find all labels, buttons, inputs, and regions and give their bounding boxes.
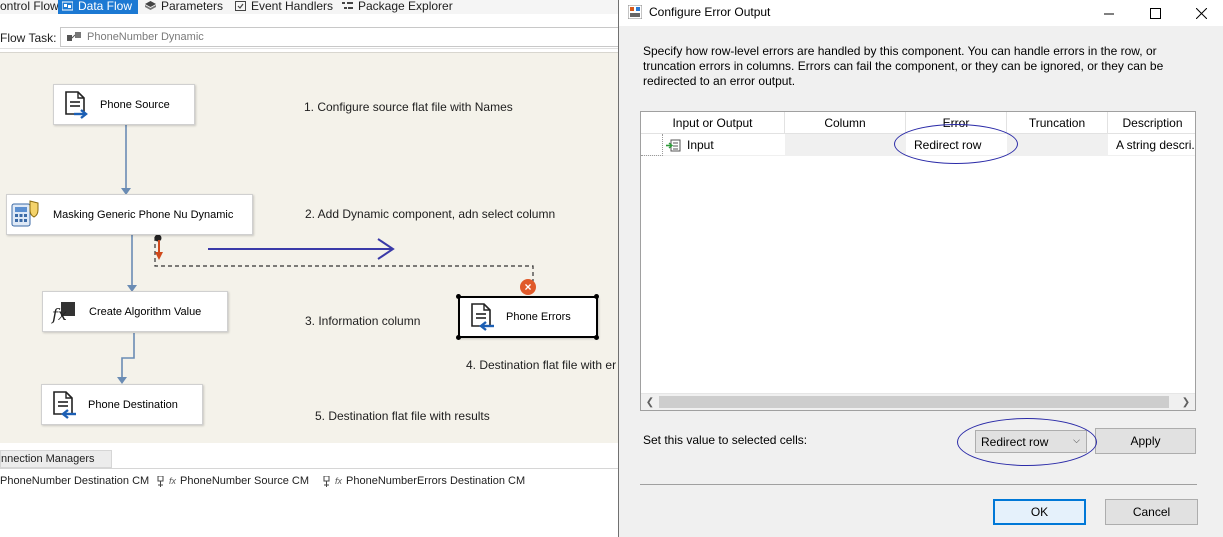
input-icon [666, 139, 681, 151]
path-arrowhead [117, 377, 127, 384]
data-flow-task-label: Flow Task: [0, 31, 57, 45]
expression-fx-icon: fx [169, 476, 177, 486]
node-create-algorithm-value[interactable]: fx Create Algorithm Value [42, 291, 228, 332]
cancel-button[interactable]: Cancel [1105, 499, 1198, 525]
tab-event-handlers[interactable]: Event Handlers [235, 0, 333, 14]
set-value-label: Set this value to selected cells: [643, 433, 808, 447]
tab-control-flow[interactable]: ontrol Flow [0, 0, 59, 14]
connection-plug-icon [157, 475, 164, 487]
table-row[interactable]: Input Redirect row A string descri... [641, 134, 1195, 156]
package-explorer-icon [342, 1, 353, 9]
flat-file-destination-icon [53, 390, 76, 419]
connection-managers-panel: nnection Managers PhoneNumber Destinatio… [0, 443, 620, 537]
row-selector[interactable] [641, 134, 663, 156]
cell-error[interactable]: Redirect row [906, 134, 1007, 156]
dialog-app-icon [628, 5, 642, 19]
ok-button[interactable]: OK [993, 499, 1086, 525]
minimize-button[interactable] [1086, 0, 1132, 26]
column-header-error[interactable]: Error [906, 112, 1007, 134]
scroll-right-icon[interactable]: ❯ [1178, 395, 1194, 410]
connection-managers-tab[interactable]: nnection Managers [0, 450, 112, 468]
chevron-down-icon: ⌵ [1073, 435, 1080, 445]
connection-managers-divider [0, 468, 620, 469]
error-path-dashed [154, 237, 534, 286]
data-flow-icon [62, 1, 73, 10]
close-icon [1195, 7, 1207, 19]
flat-file-destination-icon [471, 303, 494, 331]
node-phone-source[interactable]: Phone Source [53, 84, 195, 125]
data-flow-canvas[interactable]: Phone Source Masking Generic Phone Nu Dy… [0, 52, 620, 443]
node-masking-dynamic[interactable]: Masking Generic Phone Nu Dynamic [6, 194, 253, 235]
minimize-icon [1103, 13, 1114, 14]
tab-package-explorer[interactable]: Package Explorer [342, 0, 453, 14]
column-header-column[interactable]: Column [785, 112, 906, 134]
scroll-left-icon[interactable]: ❮ [642, 395, 658, 410]
scrollbar-thumb[interactable] [659, 396, 1169, 408]
set-value-dropdown[interactable]: Redirect row ⌵ [975, 430, 1087, 453]
resize-handle[interactable] [594, 335, 599, 340]
node-phone-destination[interactable]: Phone Destination [41, 384, 203, 425]
svg-text:fx: fx [51, 305, 67, 324]
connection-manager-item[interactable]: fx PhoneNumber Source CM [156, 475, 309, 487]
expression-fx-icon: fx [335, 476, 343, 486]
flat-file-source-icon [65, 90, 88, 119]
connection-manager-item[interactable]: fx PhoneNumberErrors Destination CM [322, 475, 525, 487]
apply-button[interactable]: Apply [1095, 428, 1196, 454]
column-header-input-or-output[interactable]: Input or Output [641, 112, 785, 134]
cell-truncation[interactable] [1007, 134, 1108, 156]
resize-handle[interactable] [456, 335, 461, 340]
close-button[interactable] [1178, 0, 1223, 26]
resize-handle[interactable] [594, 294, 599, 299]
designer-tab-bar: ontrol Flow Data Flow Parameters Event H… [0, 0, 620, 14]
connection-manager-item[interactable]: PhoneNumber Destination CM [0, 475, 149, 487]
data-flow-task-icon [67, 31, 81, 41]
grid-horizontal-scrollbar[interactable]: ❮ ❯ [641, 393, 1195, 410]
resize-handle[interactable] [456, 294, 461, 299]
note-step-5: 5. Destination flat file with results [315, 409, 490, 423]
note-step-4: 4. Destination flat file with er [466, 358, 617, 372]
note-step-1: 1. Configure source flat file with Names [304, 100, 513, 114]
column-header-description[interactable]: Description [1108, 112, 1195, 134]
cell-column[interactable] [785, 134, 906, 156]
dialog-separator [640, 484, 1197, 485]
dialog-title: Configure Error Output [649, 5, 771, 19]
grid-header: Input or Output Column Error Truncation … [641, 112, 1195, 134]
node-phone-errors[interactable]: Phone Errors [458, 296, 598, 338]
error-output-arrowhead [155, 252, 163, 260]
cell-input-or-output[interactable]: Input [663, 134, 785, 156]
dialog-description: Specify how row-level errors are handled… [643, 44, 1164, 88]
data-flow-task-bar: Flow Task: PhoneNumber Dynamic [0, 25, 630, 49]
configure-error-output-dialog: Configure Error Output Specify how row-l… [618, 0, 1223, 537]
note-step-2: 2. Add Dynamic component, adn select col… [305, 207, 556, 221]
tab-data-flow[interactable]: Data Flow [58, 0, 139, 14]
path-algorithm-to-destination [121, 333, 135, 377]
connection-plug-icon [323, 475, 330, 487]
tab-parameters[interactable]: Parameters [145, 0, 223, 14]
masking-component-icon [11, 199, 39, 226]
column-header-truncation[interactable]: Truncation [1007, 112, 1108, 134]
note-step-3: 3. Information column [305, 314, 421, 328]
maximize-icon [1149, 7, 1161, 19]
cell-description[interactable]: A string descri... [1108, 134, 1195, 156]
parameters-icon [145, 0, 156, 10]
event-handlers-icon [235, 0, 246, 11]
error-x-icon: × [520, 279, 536, 295]
derived-column-icon: fx [51, 301, 75, 324]
dialog-title-bar[interactable]: Configure Error Output [619, 0, 1223, 26]
error-output-grid[interactable]: Input or Output Column Error Truncation … [640, 111, 1196, 411]
maximize-button[interactable] [1132, 0, 1178, 26]
data-flow-task-combo[interactable]: PhoneNumber Dynamic [60, 27, 630, 47]
